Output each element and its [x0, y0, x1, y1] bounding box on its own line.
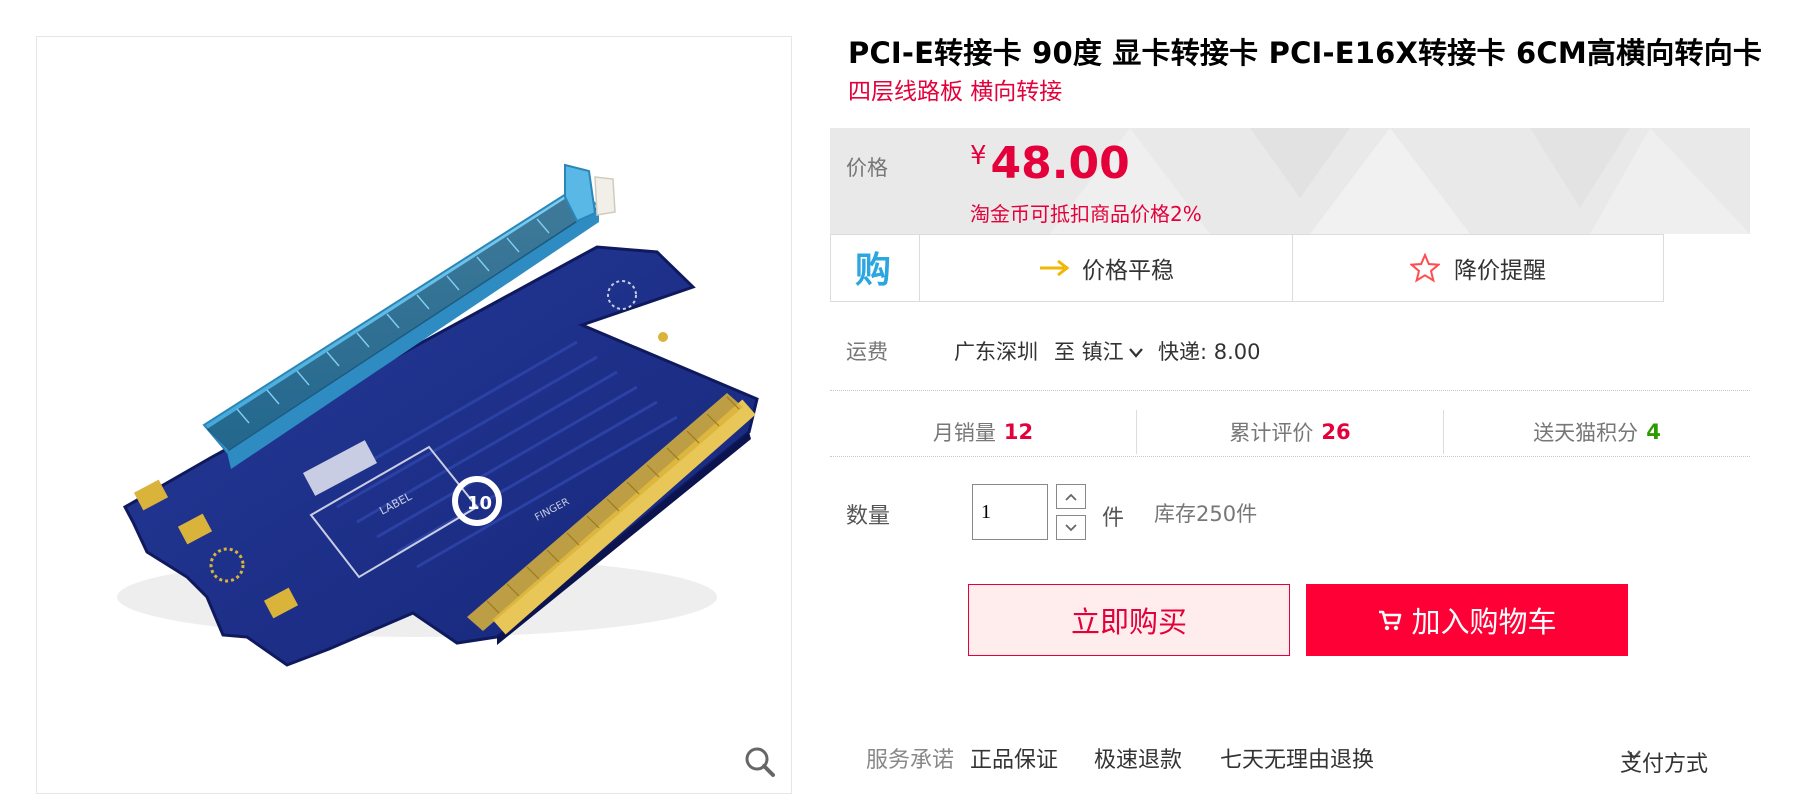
buy-now-button[interactable]: 立即购买 [968, 584, 1290, 656]
price-note: 淘金币可抵扣商品价格2% [970, 202, 1202, 226]
price-label: 价格 [846, 156, 888, 180]
reviews-label[interactable]: 累计评价 [1229, 417, 1313, 447]
search-icon[interactable] [739, 741, 783, 785]
price-box-pattern [1050, 128, 1750, 234]
service-item[interactable]: 正品保证 [970, 742, 1058, 774]
monthly-sales-value: 12 [1003, 420, 1034, 444]
shipping-destination-select[interactable]: 至 镇江 [1054, 336, 1144, 366]
product-detail-panel: PCI-E转接卡 90度 显卡转接卡 PCI-E16X转接卡 6CM高横向转向卡… [828, 0, 1762, 796]
price-stable-indicator: 价格平稳 [919, 235, 1292, 301]
tmall-points-label: 送天猫积分 [1533, 421, 1639, 445]
quantity-label: 数量 [846, 504, 891, 529]
shipping-fee: 快递: 8.00 [1158, 340, 1261, 364]
payment-methods-label[interactable]: 支付方式 [1620, 746, 1708, 778]
add-to-cart-label[interactable]: 加入购物车 [1411, 599, 1556, 641]
chevron-down-icon[interactable] [1064, 523, 1078, 533]
shipping-origin: 广东深圳 [954, 340, 1038, 364]
stats-row: 月销量 12 累计评价 26 送天猫积分 4 [830, 400, 1750, 464]
service-label: 服务承诺 [866, 748, 955, 773]
svg-text:10: 10 [467, 493, 492, 514]
price-drop-alert-label[interactable]: 降价提醒 [1454, 251, 1546, 285]
reviews-value[interactable]: 26 [1321, 420, 1350, 444]
svg-text:购: 购 [855, 250, 891, 290]
service-item[interactable]: 七天无理由退换 [1220, 742, 1374, 774]
payment-methods-dropdown[interactable]: 支付方式 [1620, 742, 1708, 777]
shipping-label: 运费 [846, 340, 888, 364]
quantity-decrease-button[interactable] [1056, 515, 1086, 540]
chevron-up-icon[interactable] [1064, 492, 1078, 502]
quantity-unit: 件 [1102, 506, 1125, 531]
shipping-row: 运费 广东深圳 至 镇江 快递: 8.00 [828, 330, 1748, 374]
shipping-destination[interactable]: 至 镇江 [1054, 340, 1124, 364]
product-subtitle: 四层线路板 横向转接 [848, 79, 1063, 105]
monthly-sales-label: 月销量 [932, 421, 996, 445]
divider [830, 390, 1750, 391]
chevron-down-icon[interactable] [1128, 347, 1144, 359]
star-outline-icon[interactable] [1410, 253, 1440, 283]
arrow-right-icon [1040, 259, 1070, 277]
price-value: ¥48.00 [970, 138, 1130, 189]
monthly-sales: 月销量 12 [830, 400, 1136, 464]
product-image: LABEL 10 FINGER [117, 163, 759, 667]
product-title: PCI-E转接卡 90度 显卡转接卡 PCI-E16X转接卡 6CM高横向转向卡 [848, 36, 1763, 70]
currency-symbol: ¥ [970, 141, 987, 171]
service-item[interactable]: 极速退款 [1094, 742, 1182, 774]
buy-badge: 购 [831, 235, 919, 301]
quantity-input[interactable] [972, 484, 1048, 540]
price-trend-row: 购 价格平稳 降价提醒 [830, 234, 1664, 302]
divider [830, 456, 1750, 457]
service-row: 服务承诺 正品保证 极速退款 七天无理由退换 支付方式 [828, 738, 1758, 778]
product-image-panel: LABEL 10 FINGER [36, 36, 792, 794]
price-amount: 48.00 [990, 138, 1130, 189]
reviews-count[interactable]: 累计评价 26 [1136, 410, 1443, 454]
gou-buy-icon: 购 [855, 250, 891, 290]
add-to-cart-button[interactable]: 加入购物车 [1306, 584, 1628, 656]
cart-icon[interactable] [1377, 608, 1403, 632]
zoom-button[interactable] [739, 741, 783, 785]
stock-count: 库存250件 [1154, 502, 1258, 526]
tmall-points-value: 4 [1646, 420, 1661, 444]
quantity-row: 数量 件 库存250件 [828, 484, 1748, 544]
quantity-increase-button[interactable] [1056, 484, 1086, 509]
buy-now-label[interactable]: 立即购买 [1071, 599, 1187, 641]
price-box: 价格 ¥48.00 淘金币可抵扣商品价格2% [830, 128, 1750, 234]
price-stable-label: 价格平稳 [1082, 258, 1174, 284]
tmall-points: 送天猫积分 4 [1443, 410, 1750, 454]
price-drop-alert-button[interactable]: 降价提醒 [1292, 235, 1663, 301]
